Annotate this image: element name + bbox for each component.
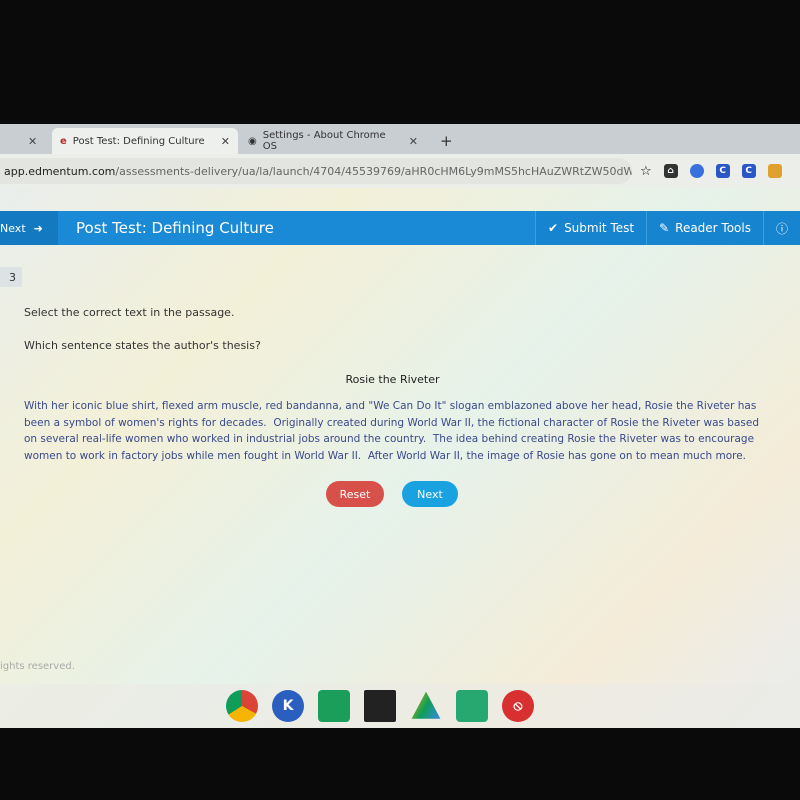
extension-icon[interactable]: ⌂ [663, 164, 678, 178]
arrow-right-circle-icon: ➜ [33, 221, 43, 235]
tab-settings[interactable]: ◉ Settings - About Chrome OS ✕ [240, 128, 426, 154]
next-button[interactable]: Next [402, 481, 458, 507]
question-prompt: Which sentence states the author's thesi… [24, 339, 261, 352]
close-icon[interactable]: ✕ [221, 135, 230, 148]
reset-button[interactable]: Reset [326, 481, 384, 507]
submit-label: Submit Test [564, 221, 635, 235]
url-input[interactable]: app.edmentum.com/assessments-delivery/ua… [0, 158, 632, 184]
check-circle-icon: ✔ [548, 221, 559, 235]
chrome-icon[interactable] [226, 690, 258, 722]
extension-c-icon[interactable]: C [741, 164, 756, 178]
url-path: /assessments-delivery/ua/la/launch/4704/… [115, 164, 632, 178]
screen: ✕ e Post Test: Defining Culture ✕ ◉ Sett… [0, 124, 800, 728]
taskbar: K ⦸ [0, 684, 800, 728]
instruction: Select the correct text in the passage. [24, 306, 235, 319]
close-icon[interactable]: ✕ [28, 135, 37, 148]
address-bar-row: app.edmentum.com/assessments-delivery/ua… [0, 154, 800, 188]
info-icon: ⓘ [775, 221, 788, 236]
prev-next-button[interactable]: Next ➜ [0, 211, 58, 245]
reader-tools-button[interactable]: ✎ Reader Tools [646, 211, 763, 245]
browser-tab-strip: ✕ e Post Test: Defining Culture ✕ ◉ Sett… [0, 124, 800, 154]
edmentum-icon: e [60, 135, 67, 147]
settings-globe-icon: ◉ [248, 135, 257, 147]
passage-title: Rosie the Riveter [345, 373, 440, 386]
passage: With her iconic blue shirt, flexed arm m… [24, 398, 764, 464]
extension-c-icon[interactable]: C [715, 164, 730, 178]
extension-icon[interactable] [689, 164, 704, 178]
google-drive-icon[interactable] [411, 691, 441, 719]
sentence-option[interactable]: After World War II, the image of Rosie h… [368, 450, 746, 462]
tab-label: Settings - About Chrome OS [262, 130, 386, 152]
docs-icon[interactable] [364, 690, 396, 722]
page-title: Post Test: Defining Culture [76, 219, 274, 237]
reader-tools-label: Reader Tools [675, 221, 751, 235]
tab-label: Post Test: Defining Culture [72, 135, 205, 147]
url-domain: app.edmentum.com [4, 164, 116, 178]
tab-post-test[interactable]: e Post Test: Defining Culture ✕ [52, 128, 238, 154]
footer-copyright: ights reserved. [0, 661, 75, 672]
new-tab-button[interactable]: + [432, 128, 461, 154]
info-button[interactable]: ⓘ [762, 211, 800, 245]
nav-label: Next [0, 221, 26, 235]
test-header: Next ➜ Post Test: Defining Culture ✔ Submi… [0, 211, 800, 245]
close-icon[interactable]: ✕ [409, 135, 418, 148]
submit-test-button[interactable]: ✔ Submit Test [535, 211, 647, 245]
blocked-app-icon[interactable]: ⦸ [502, 690, 534, 722]
question-number: 3 [0, 267, 22, 287]
apps-icon[interactable] [456, 690, 488, 722]
kami-icon[interactable]: K [272, 690, 304, 722]
wrench-icon: ✎ [659, 221, 670, 235]
thumbs-up-icon[interactable] [767, 164, 782, 178]
tab-previous[interactable]: ✕ [20, 128, 45, 154]
google-classroom-icon[interactable] [318, 690, 350, 722]
star-icon[interactable]: ☆ [640, 164, 652, 179]
